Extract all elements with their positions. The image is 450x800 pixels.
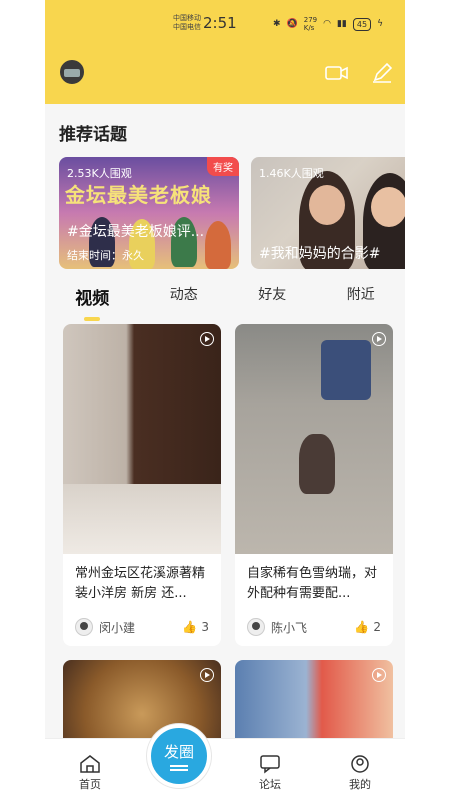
net-speed: 279 K/s <box>304 16 317 32</box>
forum-icon <box>260 755 280 774</box>
topic-figure <box>205 221 231 269</box>
post-circle-label: 发圈 <box>163 743 194 761</box>
carrier-2: 中国电信 <box>173 23 201 31</box>
home-icon <box>80 755 100 773</box>
reward-badge: 有奖 <box>207 157 239 176</box>
section-title: 推荐话题 <box>59 125 127 145</box>
menu-lines-icon <box>170 765 188 771</box>
charging-icon: ϟ <box>377 19 383 29</box>
video-thumbnail[interactable] <box>235 660 393 750</box>
post-circle-button[interactable]: 发圈 <box>147 724 211 788</box>
topic-name: #我和妈妈的合影# <box>259 246 381 262</box>
floor <box>63 484 221 554</box>
carrier-1: 中国移动 <box>173 14 201 22</box>
video-title: 常州金坛区花溪源著精装小洋房 新房 还... <box>75 566 206 601</box>
video-author[interactable]: 陈小飞 <box>247 618 307 636</box>
profile-avatar[interactable] <box>58 58 86 86</box>
topic-views: 1.46K人围观 <box>259 167 324 180</box>
scooter <box>321 340 371 400</box>
like-button[interactable]: 👍 3 <box>182 620 209 634</box>
topic-list: 金坛最美老板娘 2.53K人围观 有奖 #金坛最美老板娘评... 结束时间：永久… <box>59 157 405 269</box>
topic-banner-text: 金坛最美老板娘 <box>65 183 212 207</box>
video-author[interactable]: 闵小建 <box>75 618 135 636</box>
net-speed-unit: K/s <box>303 24 315 32</box>
tab-friends[interactable]: 好友 <box>250 282 294 311</box>
feed-tabs: 视频 动态 好友 附近 <box>45 282 405 311</box>
bottom-nav: 首页 论坛 我的 发圈 <box>45 724 405 800</box>
video-card[interactable]: 常州金坛区花溪源著精装小洋房 新房 还... 闵小建 👍 3 <box>63 324 221 646</box>
video-card[interactable] <box>235 660 393 750</box>
topic-card[interactable]: 1.46K人围观 #我和妈妈的合影# <box>251 157 405 269</box>
play-icon <box>372 332 386 346</box>
video-camera-icon[interactable] <box>325 64 349 82</box>
topic-end-time: 结束时间：永久 <box>67 249 144 262</box>
mute-icon: 🔕 <box>286 19 298 29</box>
video-footer: 陈小飞 👍 2 <box>235 610 393 646</box>
topic-card[interactable]: 金坛最美老板娘 2.53K人围观 有奖 #金坛最美老板娘评... 结束时间：永久 <box>59 157 239 269</box>
carrier-labels: 中国移动 中国电信 <box>173 14 201 32</box>
author-name: 陈小飞 <box>271 620 308 635</box>
tab-nearby[interactable]: 附近 <box>339 282 383 311</box>
like-count: 3 <box>201 620 209 634</box>
video-thumbnail[interactable] <box>63 324 221 554</box>
author-name: 闵小建 <box>99 620 136 635</box>
dog <box>299 434 335 494</box>
header: 中国移动 中国电信 2:51 ✱ 🔕 279 K/s ◠ ▮▮ 45 ϟ <box>45 0 405 104</box>
nav-forum-label: 论坛 <box>259 778 281 791</box>
signal-icon: ▮▮ <box>336 19 347 29</box>
nav-forum[interactable]: 论坛 <box>225 739 315 800</box>
thumbs-up-icon: 👍 <box>354 620 370 634</box>
wifi-icon: ◠ <box>323 19 331 29</box>
author-avatar <box>75 618 93 636</box>
video-card[interactable]: 自家稀有色雪纳瑞，对外配种有需要配... 陈小飞 👍 2 <box>235 324 393 646</box>
tab-video[interactable]: 视频 <box>67 282 117 311</box>
video-thumbnail[interactable] <box>235 324 393 554</box>
profile-icon <box>351 755 369 773</box>
play-icon <box>372 668 386 682</box>
video-footer: 闵小建 👍 3 <box>63 610 221 646</box>
author-avatar <box>247 618 265 636</box>
play-icon <box>200 668 214 682</box>
nav-mine-label: 我的 <box>349 778 371 791</box>
video-grid: 常州金坛区花溪源著精装小洋房 新房 还... 闵小建 👍 3 自家稀有色雪纳瑞，… <box>63 324 393 750</box>
like-count: 2 <box>373 620 381 634</box>
like-button[interactable]: 👍 2 <box>354 620 381 634</box>
video-title: 自家稀有色雪纳瑞，对外配种有需要配... <box>247 566 378 601</box>
status-time: 2:51 <box>203 14 237 32</box>
thumbs-up-icon: 👍 <box>182 620 198 634</box>
play-icon <box>200 332 214 346</box>
topic-face <box>371 187 405 227</box>
tab-dynamic[interactable]: 动态 <box>162 282 206 311</box>
status-icons: ✱ 🔕 279 K/s ◠ ▮▮ 45 ϟ <box>273 16 383 32</box>
topic-face <box>309 185 345 225</box>
status-bar: 中国移动 中国电信 2:51 ✱ 🔕 279 K/s ◠ ▮▮ 45 ϟ <box>45 0 405 52</box>
app-screen: 中国移动 中国电信 2:51 ✱ 🔕 279 K/s ◠ ▮▮ 45 ϟ 推荐话… <box>45 0 405 800</box>
nav-home-label: 首页 <box>79 778 101 791</box>
battery-indicator: 45 <box>352 17 372 31</box>
topic-views: 2.53K人围观 <box>67 167 132 180</box>
topic-name: #金坛最美老板娘评... <box>67 224 205 240</box>
net-speed-value: 279 <box>303 16 318 24</box>
nav-mine[interactable]: 我的 <box>315 739 405 800</box>
pen-icon[interactable] <box>371 62 393 84</box>
bluetooth-icon: ✱ <box>272 19 281 29</box>
nav-home[interactable]: 首页 <box>45 739 135 800</box>
